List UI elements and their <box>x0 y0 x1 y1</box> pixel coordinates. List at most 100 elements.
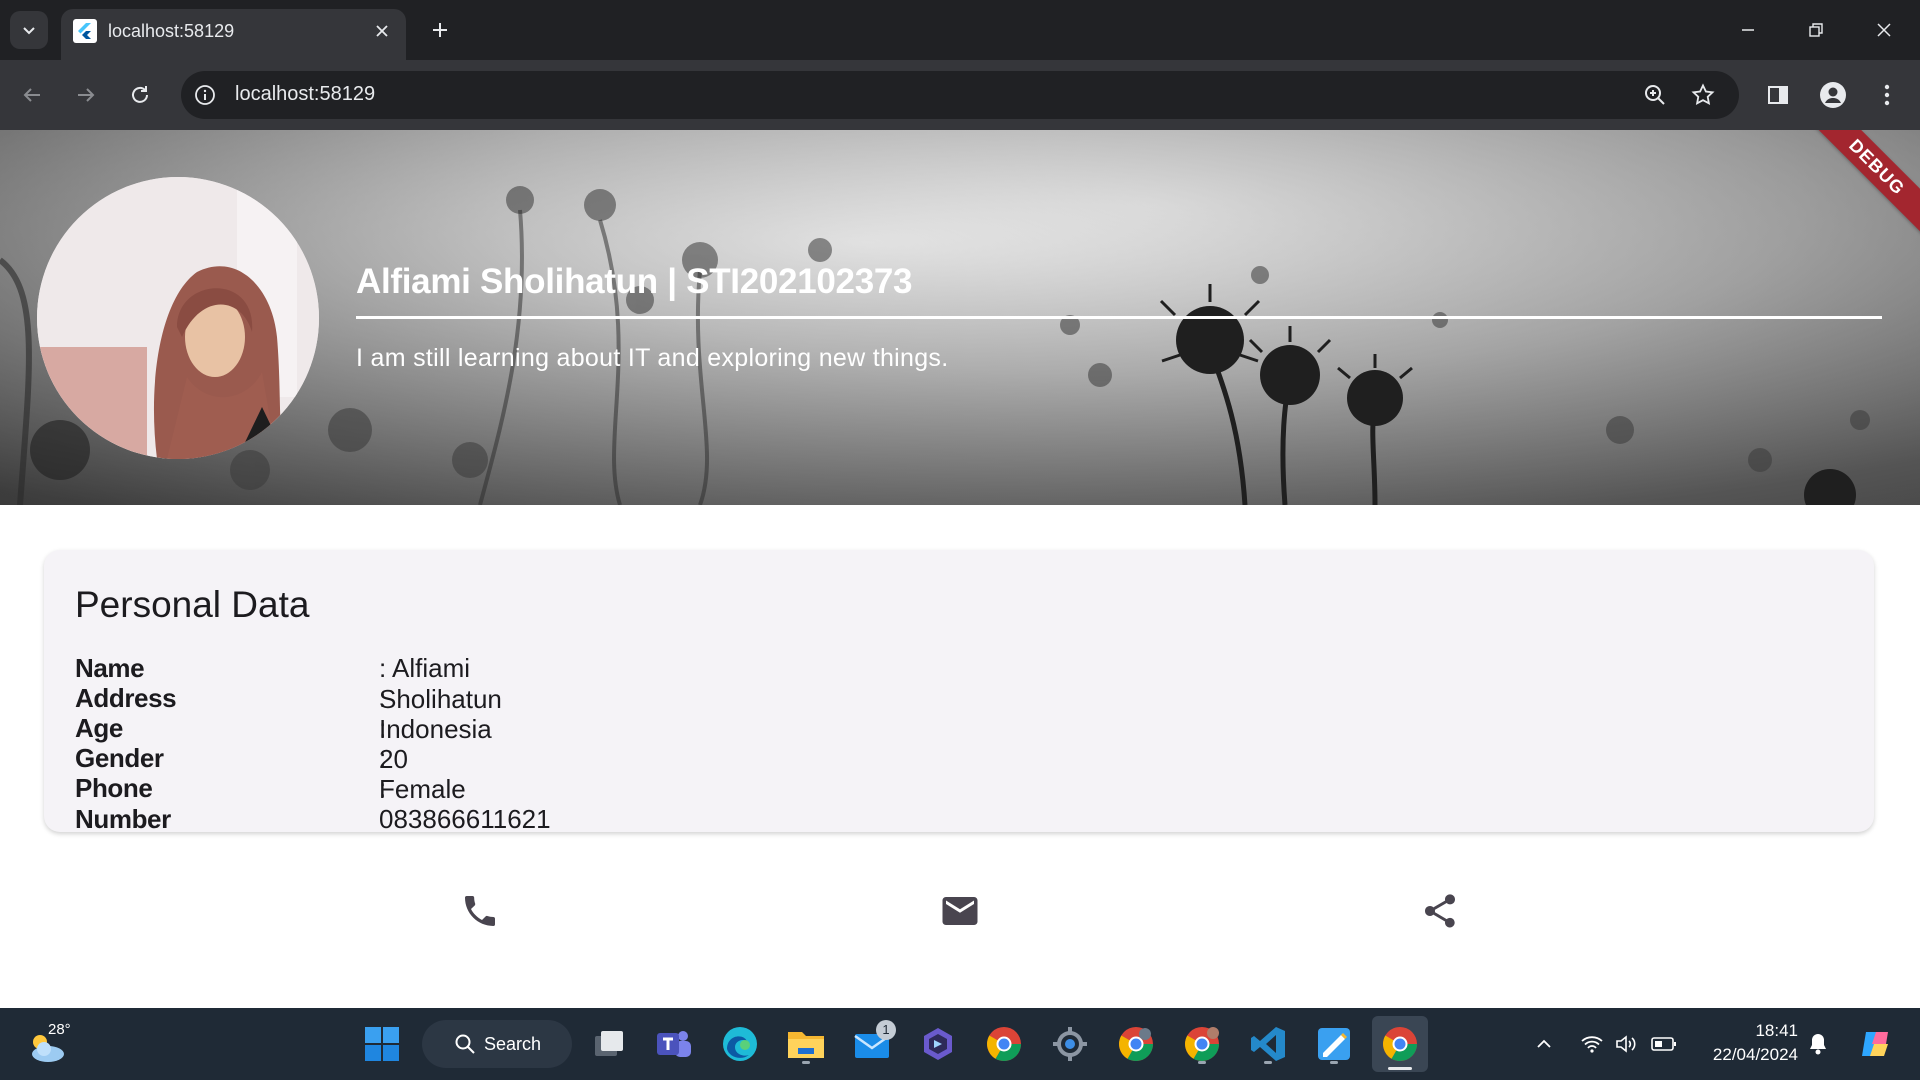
row-label: Age <box>75 713 123 743</box>
tab-search-button[interactable] <box>10 11 48 49</box>
folder-icon <box>788 1032 824 1058</box>
copilot-app[interactable] <box>916 1022 960 1066</box>
more-menu-icon[interactable] <box>1870 78 1904 112</box>
chrome-icon <box>987 1027 1021 1061</box>
reload-button[interactable] <box>122 77 158 113</box>
copilot-icon <box>924 1028 952 1060</box>
profile-tagline: I am still learning about IT and explori… <box>356 344 949 372</box>
clock-time[interactable]: 18:41 <box>1755 1021 1798 1041</box>
chrome-icon <box>1383 1027 1417 1061</box>
close-icon <box>376 25 388 37</box>
settings-app[interactable] <box>1048 1022 1092 1066</box>
row-value: : 083866611621 <box>379 773 551 834</box>
chevron-up-icon <box>1537 1039 1551 1048</box>
reload-icon <box>132 86 148 103</box>
teams-app[interactable] <box>652 1022 696 1066</box>
chevron-down-icon <box>23 27 35 35</box>
mail-badge: 1 <box>876 1020 896 1040</box>
chrome-profile-icon <box>1185 1027 1219 1061</box>
share-icon <box>1425 894 1455 928</box>
personal-data-card: Personal Data Name : Alfiami Sholihatun … <box>44 550 1874 834</box>
teams-icon <box>657 1031 691 1057</box>
vscode-icon <box>1251 1027 1285 1061</box>
battery-icon <box>1651 1037 1676 1051</box>
arrow-left-icon <box>23 88 40 102</box>
row-label: Name <box>75 653 145 683</box>
email-button[interactable] <box>936 887 984 935</box>
back-button[interactable] <box>14 77 50 113</box>
profile-icon[interactable] <box>1816 78 1850 112</box>
profile-header-banner: Alfiami Sholihatun | STI202102373 I am s… <box>0 130 1920 505</box>
copilot-icon <box>1862 1032 1888 1056</box>
running-indicator <box>1198 1061 1206 1064</box>
file-explorer-app[interactable] <box>784 1022 828 1066</box>
notifications-button[interactable] <box>1804 1030 1832 1058</box>
minimize-button[interactable] <box>1730 14 1766 46</box>
flutter-favicon-icon <box>73 19 97 43</box>
row-label: Phone Number <box>75 773 171 834</box>
browser-tab-active[interactable]: localhost:58129 <box>61 9 406 60</box>
zoom-icon[interactable] <box>1641 81 1669 109</box>
weather-temperature: 28° <box>48 1021 71 1038</box>
bell-icon <box>1810 1034 1826 1055</box>
taskbar-search[interactable]: Search <box>422 1020 572 1068</box>
windows-logo-icon <box>365 1027 399 1061</box>
mail-icon <box>942 897 978 925</box>
web-page: Alfiami Sholihatun | STI202102373 I am s… <box>0 130 1920 1008</box>
mail-app[interactable]: 1 <box>850 1020 896 1066</box>
plus-icon <box>433 23 447 37</box>
chrome-app-3[interactable] <box>1180 1022 1224 1066</box>
restore-icon <box>1809 23 1823 37</box>
chrome-profile-icon <box>1119 1027 1153 1061</box>
row-label: Gender <box>75 743 164 773</box>
edge-icon <box>723 1027 757 1061</box>
gear-icon <box>1053 1027 1087 1061</box>
vscode-app[interactable] <box>1246 1022 1290 1066</box>
running-indicator <box>802 1061 810 1064</box>
volume-button[interactable] <box>1612 1030 1640 1058</box>
volume-icon <box>1616 1035 1636 1053</box>
side-panel-icon[interactable] <box>1761 78 1795 112</box>
arrow-right-icon <box>78 88 95 102</box>
edge-app[interactable] <box>718 1022 762 1066</box>
chrome-app-2[interactable] <box>1114 1022 1158 1066</box>
forward-button[interactable] <box>68 77 104 113</box>
profile-name-heading: Alfiami Sholihatun | STI202102373 <box>356 262 913 301</box>
task-view-button[interactable] <box>587 1022 631 1066</box>
header-divider <box>356 316 1882 319</box>
profile-photo <box>37 177 319 459</box>
site-info-icon[interactable] <box>193 83 217 107</box>
chrome-app-1[interactable] <box>982 1022 1026 1066</box>
chrome-app-active[interactable] <box>1372 1016 1428 1072</box>
wifi-icon <box>1581 1036 1603 1053</box>
tab-close-button[interactable] <box>368 17 396 45</box>
tab-title: localhost:58129 <box>108 21 235 41</box>
battery-button[interactable] <box>1650 1030 1678 1058</box>
bookmark-star-icon[interactable] <box>1689 81 1717 109</box>
paint-app[interactable] <box>1312 1022 1356 1066</box>
search-label: Search <box>484 1033 542 1054</box>
active-indicator <box>1388 1067 1412 1070</box>
running-indicator <box>1264 1061 1272 1064</box>
close-window-button[interactable] <box>1866 14 1902 46</box>
browser-tab-bar: localhost:58129 <box>0 0 1920 60</box>
call-button[interactable] <box>456 887 504 935</box>
row-label: Address <box>75 683 177 713</box>
clock-date[interactable]: 22/04/2024 <box>1713 1045 1798 1065</box>
wifi-button[interactable] <box>1578 1030 1606 1058</box>
address-bar[interactable]: localhost:58129 <box>181 71 1739 119</box>
minimize-icon <box>1742 29 1754 31</box>
card-title: Personal Data <box>75 584 310 625</box>
restore-button[interactable] <box>1798 14 1834 46</box>
start-button[interactable] <box>360 1022 404 1066</box>
new-tab-button[interactable] <box>424 14 456 46</box>
close-icon <box>1877 23 1891 37</box>
task-view-icon <box>595 1031 623 1056</box>
profile-avatar <box>37 177 319 459</box>
browser-toolbar: localhost:58129 <box>0 60 1920 130</box>
copilot-preview-button[interactable] <box>1856 1024 1896 1064</box>
share-button[interactable] <box>1416 887 1464 935</box>
url-text[interactable]: localhost:58129 <box>235 83 375 106</box>
show-hidden-icons-button[interactable] <box>1530 1030 1558 1058</box>
phone-icon <box>465 896 495 926</box>
